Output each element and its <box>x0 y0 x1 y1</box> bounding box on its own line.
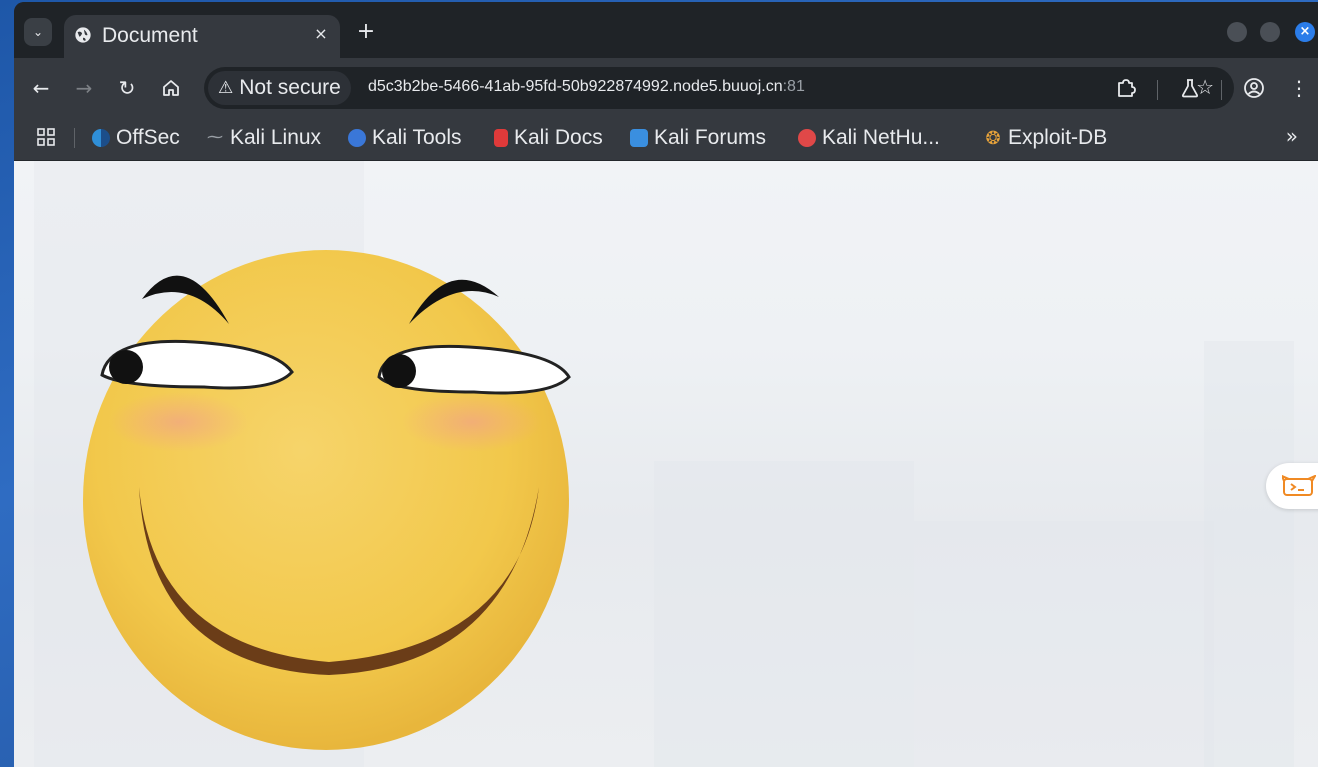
page-content <box>14 161 1318 767</box>
bookmark-exploit-db[interactable]: ❂ Exploit-DB <box>984 124 1107 152</box>
arrow-right-icon[interactable]: → <box>71 75 97 101</box>
arrow-left-icon[interactable]: ← <box>28 75 54 101</box>
security-chip[interactable]: ⚠ Not secure <box>208 71 351 105</box>
bookmarks-overflow-button[interactable]: » <box>1286 124 1298 148</box>
minimize-button[interactable] <box>1227 22 1247 42</box>
window-close-button[interactable]: × <box>1295 22 1315 42</box>
new-tab-button[interactable]: + <box>354 20 378 44</box>
bookmark-label: Kali Linux <box>230 126 322 149</box>
url-host: d5c3b2be-5466-41ab-95fd-50b922874992.nod… <box>368 78 783 95</box>
bookmark-label: Exploit-DB <box>1008 126 1108 149</box>
exploit-db-icon: ❂ <box>985 128 1001 148</box>
apps-grid-icon[interactable] <box>36 127 56 147</box>
tab-search-button[interactable]: ⌄ <box>24 18 52 46</box>
kali-forums-icon <box>630 129 648 147</box>
chevron-down-icon: ⌄ <box>32 25 44 39</box>
tab-title: Document <box>102 24 198 47</box>
bookmark-kali-forums[interactable]: Kali Forums <box>630 124 766 152</box>
browser-window: ⌄ Document × + × ← → ↻ ⚠ Not secure d5c3… <box>14 2 1318 767</box>
puzzle-icon[interactable] <box>1113 75 1139 101</box>
flask-icon[interactable] <box>1177 75 1203 101</box>
bookmark-label: Kali NetHu... <box>822 126 940 149</box>
home-icon[interactable] <box>158 75 184 101</box>
maximize-button[interactable] <box>1260 22 1280 42</box>
profile-icon[interactable] <box>1241 75 1267 101</box>
bookmark-label: Kali Tools <box>372 126 462 149</box>
toolbar-separator <box>1221 80 1222 100</box>
kali-tools-icon <box>348 129 366 147</box>
bookmark-kali-docs[interactable]: Kali Docs <box>494 124 603 152</box>
tab-strip: ⌄ Document × + × <box>14 2 1318 58</box>
bookmark-kali-linux[interactable]: ⁓ Kali Linux <box>206 124 321 152</box>
background-building <box>654 461 914 767</box>
url-port: :81 <box>782 78 805 95</box>
kali-docs-icon <box>494 129 508 147</box>
reload-icon[interactable]: ↻ <box>114 75 140 101</box>
url-text[interactable]: d5c3b2be-5466-41ab-95fd-50b922874992.nod… <box>368 78 805 96</box>
address-bar[interactable]: ⚠ Not secure d5c3b2be-5466-41ab-95fd-50b… <box>204 67 1234 109</box>
side-widget-button[interactable] <box>1266 463 1318 509</box>
bookmark-kali-tools[interactable]: Kali Tools <box>348 124 462 152</box>
bookmark-label: Kali Docs <box>514 126 603 149</box>
warning-icon: ⚠ <box>218 78 234 97</box>
kebab-menu-icon[interactable]: ⋮ <box>1286 75 1312 101</box>
browser-toolbar: ← → ↻ ⚠ Not secure d5c3b2be-5466-41ab-95… <box>14 58 1318 116</box>
globe-icon <box>75 27 91 43</box>
bookmarks-separator <box>74 128 75 148</box>
security-label: Not secure <box>239 76 341 99</box>
close-icon[interactable]: × <box>312 25 330 43</box>
bookmark-offsec[interactable]: OffSec <box>92 124 180 152</box>
bookmarks-bar: OffSec ⁓ Kali Linux Kali Tools Kali Docs… <box>14 116 1318 161</box>
background-building <box>914 521 1214 767</box>
bookmark-label: Kali Forums <box>654 126 767 149</box>
bookmark-label: OffSec <box>116 126 180 149</box>
toolbar-separator <box>1157 80 1158 100</box>
kali-nethunter-icon <box>798 129 816 147</box>
terminal-cat-icon <box>1282 475 1316 496</box>
bookmark-kali-nethunter[interactable]: Kali NetHu... <box>798 124 940 152</box>
background-building <box>1204 341 1294 767</box>
offsec-icon <box>92 129 110 147</box>
smirking-emoji-image <box>83 250 571 750</box>
kali-dragon-icon: ⁓ <box>207 129 223 146</box>
tab-document[interactable]: Document × <box>64 15 340 58</box>
